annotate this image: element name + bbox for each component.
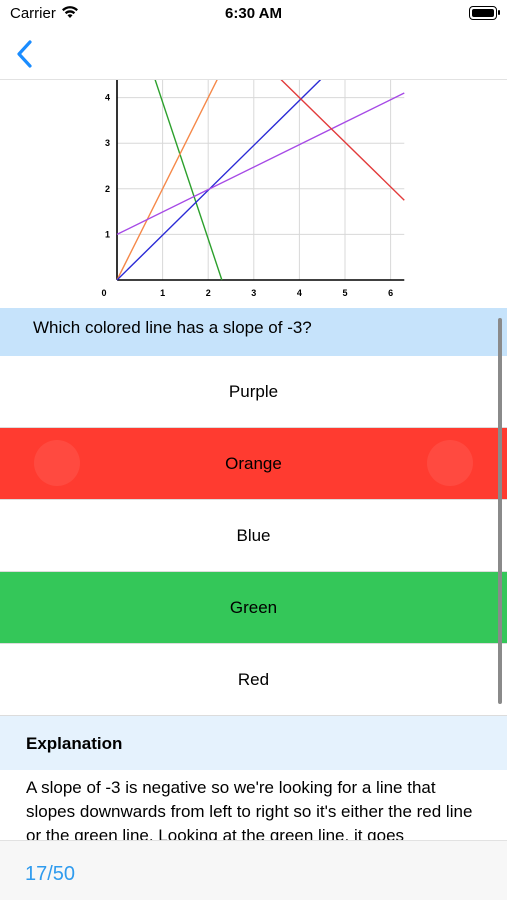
x-tick-label: 4 bbox=[297, 288, 302, 298]
scroll-indicator[interactable] bbox=[498, 318, 502, 704]
answer-option-orange[interactable]: Orange bbox=[0, 428, 507, 500]
x-tick-label: 2 bbox=[206, 288, 211, 298]
question-text: Which colored line has a slope of -3? bbox=[0, 308, 507, 356]
series-line bbox=[116, 0, 403, 281]
touch-highlight bbox=[427, 440, 473, 486]
touch-highlight bbox=[34, 440, 80, 486]
answer-option-blue[interactable]: Blue bbox=[0, 500, 507, 572]
answer-label: Green bbox=[229, 597, 278, 617]
back-button[interactable] bbox=[10, 36, 42, 72]
answer-label: Red bbox=[237, 669, 270, 689]
line-chart: 1234561234560 bbox=[101, 0, 405, 298]
clock: 6:30 AM bbox=[225, 5, 282, 22]
question-progress: 17/50 bbox=[25, 863, 76, 885]
y-tick-label: 1 bbox=[105, 229, 110, 239]
x-tick-label: 5 bbox=[342, 288, 347, 298]
chevron-left-icon bbox=[17, 40, 32, 68]
origin-label: 0 bbox=[101, 288, 106, 298]
series-line bbox=[127, 0, 223, 281]
answer-list: Purple Orange Blue Green Red bbox=[0, 356, 507, 716]
series-line bbox=[116, 92, 405, 236]
y-tick-label: 3 bbox=[105, 138, 110, 148]
footer-bar: 17/50 bbox=[0, 840, 507, 900]
status-bar: Carrier 6:30 AM bbox=[0, 0, 507, 28]
explanation-text: A slope of -3 is negative so we're looki… bbox=[26, 778, 473, 840]
answer-label: Blue bbox=[236, 525, 271, 545]
x-tick-label: 6 bbox=[388, 288, 393, 298]
answer-option-green[interactable]: Green bbox=[0, 572, 507, 644]
explanation-title: Explanation bbox=[0, 716, 507, 770]
answer-label: Orange bbox=[225, 453, 282, 473]
answer-option-purple[interactable]: Purple bbox=[0, 356, 507, 428]
answer-option-red[interactable]: Red bbox=[0, 644, 507, 716]
x-tick-label: 3 bbox=[251, 288, 256, 298]
battery-icon bbox=[469, 6, 500, 20]
y-tick-label: 2 bbox=[105, 184, 110, 194]
answer-label: Purple bbox=[228, 381, 279, 401]
navigation-bar bbox=[0, 28, 507, 80]
question-chart: 1234561234560 bbox=[90, 0, 410, 308]
y-tick-label: 4 bbox=[105, 93, 110, 103]
x-tick-label: 1 bbox=[160, 288, 165, 298]
